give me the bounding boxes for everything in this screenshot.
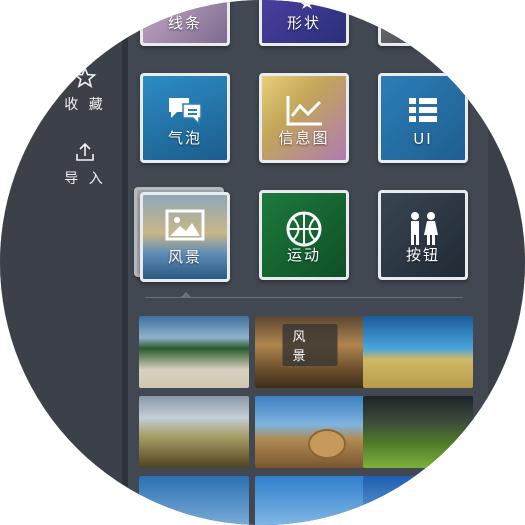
tile-label: 形状 [286,14,321,32]
gallery-photo[interactable] [363,476,473,525]
gallery-photo[interactable] [139,476,249,525]
gallery-photo[interactable] [363,396,473,468]
hay-bale-image [308,429,346,459]
photo-badge: 风 景 [282,324,338,366]
gallery-photo[interactable] [139,396,249,468]
tile-label: 风景 [167,248,202,266]
tile-label: UI [413,130,433,148]
tile-label: 信息图 [278,129,330,147]
star-icon [73,66,97,88]
sidebar: 收 藏 导 入 [0,0,122,525]
tile-label: 气泡 [167,129,202,147]
sidebar-item-import[interactable]: 导 入 [55,140,115,188]
tile-shape[interactable]: 形状 [259,0,349,46]
tile-infographic[interactable]: 信息图 [259,73,349,163]
gallery-photo[interactable] [255,476,365,525]
divider-pointer [180,292,192,298]
tile-button[interactable]: 按钮 [378,190,468,280]
basketball-icon [286,211,322,247]
gallery-photo[interactable]: 风 景 [255,316,365,388]
tile-bubble[interactable]: 气泡 [140,73,230,163]
tile-ui[interactable]: UI [378,73,468,163]
gallery-divider [145,297,463,298]
list-icon [409,98,437,122]
sidebar-item-label: 收 藏 [64,97,106,113]
tile-landscape[interactable]: 风景 [140,192,230,282]
right-scroll-area [488,0,525,525]
star-shape-icon [298,0,316,9]
sidebar-item-label: 导 入 [64,171,106,187]
tile-label: 按钮 [405,246,440,264]
tile-sports[interactable]: 运动 [259,190,349,280]
gallery-photo[interactable] [363,316,473,388]
gallery-photo[interactable] [255,396,365,468]
line-chart-icon [286,96,322,126]
app-frame: 收 藏 导 入 线条 形状 气泡 信息图 UI 风景 运动 按钮 风 景 [0,0,525,525]
people-icon [411,212,438,245]
tile-label: 线条 [167,14,202,32]
chat-bubble-icon [169,98,202,126]
upload-icon [76,142,94,161]
gallery-photo[interactable] [139,316,249,388]
tile-line[interactable]: 线条 [140,0,230,46]
tile-label: 运动 [286,246,321,264]
tile-partial[interactable] [378,0,468,46]
picture-icon [165,209,205,241]
sidebar-item-favorites[interactable]: 收 藏 [55,66,115,114]
